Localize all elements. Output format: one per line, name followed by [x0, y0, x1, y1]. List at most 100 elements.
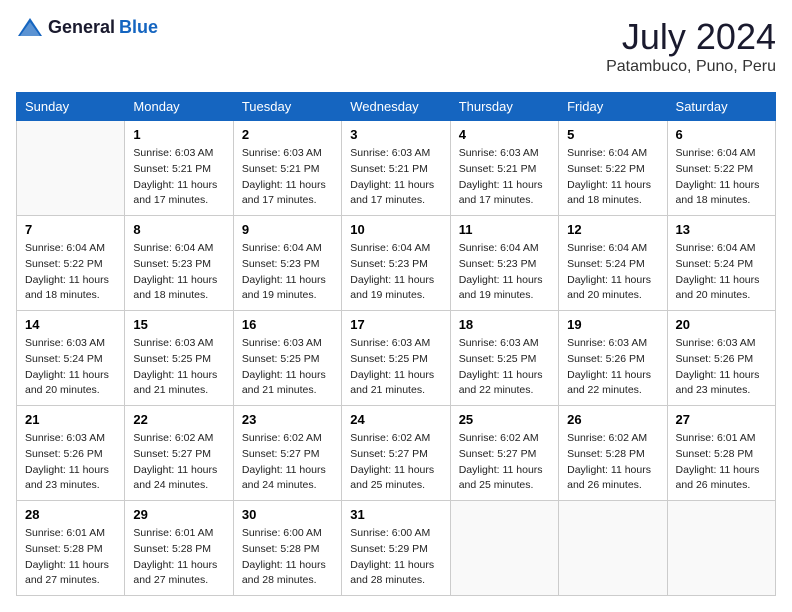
day-number: 3	[350, 127, 441, 142]
day-info: Sunrise: 6:02 AMSunset: 5:28 PMDaylight:…	[567, 431, 658, 494]
calendar-cell: 16 Sunrise: 6:03 AMSunset: 5:25 PMDayligh…	[233, 311, 341, 406]
calendar-cell: 14 Sunrise: 6:03 AMSunset: 5:24 PMDayligh…	[17, 311, 125, 406]
day-info: Sunrise: 6:03 AMSunset: 5:21 PMDaylight:…	[459, 146, 550, 209]
calendar-cell: 25 Sunrise: 6:02 AMSunset: 5:27 PMDayligh…	[450, 406, 558, 501]
week-row-1: 1 Sunrise: 6:03 AMSunset: 5:21 PMDaylight…	[17, 121, 776, 216]
calendar-cell: 21 Sunrise: 6:03 AMSunset: 5:26 PMDayligh…	[17, 406, 125, 501]
calendar-cell: 7 Sunrise: 6:04 AMSunset: 5:22 PMDaylight…	[17, 216, 125, 311]
day-info: Sunrise: 6:04 AMSunset: 5:23 PMDaylight:…	[133, 241, 224, 304]
calendar-cell: 1Sunrise: 6:03 AMSunset: 5:21 PMDaylight…	[125, 121, 233, 216]
day-number: 25	[459, 412, 550, 427]
calendar-cell	[559, 501, 667, 596]
logo-text-blue: Blue	[119, 17, 158, 38]
day-info: Sunrise: 6:01 AMSunset: 5:28 PMDaylight:…	[676, 431, 767, 494]
day-info: Sunrise: 6:00 AMSunset: 5:29 PMDaylight:…	[350, 526, 441, 589]
day-number: 31	[350, 507, 441, 522]
day-number: 4	[459, 127, 550, 142]
day-number: 27	[676, 412, 767, 427]
day-number: 10	[350, 222, 441, 237]
day-number: 22	[133, 412, 224, 427]
calendar-cell: 26 Sunrise: 6:02 AMSunset: 5:28 PMDayligh…	[559, 406, 667, 501]
day-info: Sunrise: 6:00 AMSunset: 5:28 PMDaylight:…	[242, 526, 333, 589]
day-info: Sunrise: 6:02 AMSunset: 5:27 PMDaylight:…	[350, 431, 441, 494]
week-row-5: 28 Sunrise: 6:01 AMSunset: 5:28 PMDayligh…	[17, 501, 776, 596]
calendar-cell: 27 Sunrise: 6:01 AMSunset: 5:28 PMDayligh…	[667, 406, 775, 501]
calendar-cell	[17, 121, 125, 216]
weekday-header-tuesday: Tuesday	[233, 93, 341, 121]
page-header: General Blue July 2024 Patambuco, Puno, …	[16, 16, 776, 76]
calendar-cell: 17Sunrise: 6:03 AMSunset: 5:25 PMDayligh…	[342, 311, 450, 406]
weekday-header-monday: Monday	[125, 93, 233, 121]
day-number: 7	[25, 222, 116, 237]
calendar-cell: 30Sunrise: 6:00 AMSunset: 5:28 PMDayligh…	[233, 501, 341, 596]
calendar-cell: 19 Sunrise: 6:03 AMSunset: 5:26 PMDayligh…	[559, 311, 667, 406]
day-info: Sunrise: 6:04 AMSunset: 5:24 PMDaylight:…	[567, 241, 658, 304]
location-subtitle: Patambuco, Puno, Peru	[606, 58, 776, 76]
day-number: 21	[25, 412, 116, 427]
calendar-cell: 31 Sunrise: 6:00 AMSunset: 5:29 PMDayligh…	[342, 501, 450, 596]
calendar-cell: 18Sunrise: 6:03 AMSunset: 5:25 PMDayligh…	[450, 311, 558, 406]
day-number: 20	[676, 317, 767, 332]
day-info: Sunrise: 6:03 AMSunset: 5:26 PMDaylight:…	[25, 431, 116, 494]
calendar-cell: 20 Sunrise: 6:03 AMSunset: 5:26 PMDayligh…	[667, 311, 775, 406]
weekday-header-sunday: Sunday	[17, 93, 125, 121]
day-info: Sunrise: 6:02 AMSunset: 5:27 PMDaylight:…	[459, 431, 550, 494]
day-number: 11	[459, 222, 550, 237]
day-info: Sunrise: 6:03 AMSunset: 5:21 PMDaylight:…	[242, 146, 333, 209]
day-number: 8	[133, 222, 224, 237]
day-info: Sunrise: 6:03 AMSunset: 5:26 PMDaylight:…	[567, 336, 658, 399]
calendar-table: SundayMondayTuesdayWednesdayThursdayFrid…	[16, 92, 776, 596]
weekday-header-thursday: Thursday	[450, 93, 558, 121]
day-info: Sunrise: 6:01 AMSunset: 5:28 PMDaylight:…	[25, 526, 116, 589]
day-info: Sunrise: 6:02 AMSunset: 5:27 PMDaylight:…	[133, 431, 224, 494]
calendar-cell	[450, 501, 558, 596]
day-number: 16	[242, 317, 333, 332]
day-number: 14	[25, 317, 116, 332]
day-number: 24	[350, 412, 441, 427]
calendar-cell: 15Sunrise: 6:03 AMSunset: 5:25 PMDayligh…	[125, 311, 233, 406]
logo-icon	[16, 16, 44, 38]
calendar-cell	[667, 501, 775, 596]
logo: General Blue	[16, 16, 158, 38]
weekday-header-friday: Friday	[559, 93, 667, 121]
day-info: Sunrise: 6:01 AMSunset: 5:28 PMDaylight:…	[133, 526, 224, 589]
day-number: 17	[350, 317, 441, 332]
calendar-cell: 3Sunrise: 6:03 AMSunset: 5:21 PMDaylight…	[342, 121, 450, 216]
day-number: 26	[567, 412, 658, 427]
day-number: 13	[676, 222, 767, 237]
calendar-cell: 11 Sunrise: 6:04 AMSunset: 5:23 PMDayligh…	[450, 216, 558, 311]
day-number: 19	[567, 317, 658, 332]
calendar-cell: 8 Sunrise: 6:04 AMSunset: 5:23 PMDaylight…	[125, 216, 233, 311]
day-number: 15	[133, 317, 224, 332]
weekday-header-row: SundayMondayTuesdayWednesdayThursdayFrid…	[17, 93, 776, 121]
day-number: 5	[567, 127, 658, 142]
day-info: Sunrise: 6:02 AMSunset: 5:27 PMDaylight:…	[242, 431, 333, 494]
calendar-cell: 9Sunrise: 6:04 AMSunset: 5:23 PMDaylight…	[233, 216, 341, 311]
day-info: Sunrise: 6:04 AMSunset: 5:23 PMDaylight:…	[459, 241, 550, 304]
weekday-header-saturday: Saturday	[667, 93, 775, 121]
day-info: Sunrise: 6:03 AMSunset: 5:26 PMDaylight:…	[676, 336, 767, 399]
day-info: Sunrise: 6:04 AMSunset: 5:22 PMDaylight:…	[25, 241, 116, 304]
day-info: Sunrise: 6:03 AMSunset: 5:25 PMDaylight:…	[242, 336, 333, 399]
calendar-cell: 22 Sunrise: 6:02 AMSunset: 5:27 PMDayligh…	[125, 406, 233, 501]
day-number: 1	[133, 127, 224, 142]
day-info: Sunrise: 6:04 AMSunset: 5:24 PMDaylight:…	[676, 241, 767, 304]
day-info: Sunrise: 6:03 AMSunset: 5:24 PMDaylight:…	[25, 336, 116, 399]
day-number: 28	[25, 507, 116, 522]
day-info: Sunrise: 6:03 AMSunset: 5:25 PMDaylight:…	[459, 336, 550, 399]
day-number: 12	[567, 222, 658, 237]
day-number: 2	[242, 127, 333, 142]
day-number: 23	[242, 412, 333, 427]
weekday-header-wednesday: Wednesday	[342, 93, 450, 121]
calendar-cell: 28 Sunrise: 6:01 AMSunset: 5:28 PMDayligh…	[17, 501, 125, 596]
day-info: Sunrise: 6:04 AMSunset: 5:23 PMDaylight:…	[350, 241, 441, 304]
day-info: Sunrise: 6:04 AMSunset: 5:22 PMDaylight:…	[567, 146, 658, 209]
day-number: 29	[133, 507, 224, 522]
day-number: 6	[676, 127, 767, 142]
day-number: 9	[242, 222, 333, 237]
calendar-cell: 5 Sunrise: 6:04 AMSunset: 5:22 PMDaylight…	[559, 121, 667, 216]
month-year-title: July 2024	[606, 16, 776, 58]
week-row-2: 7 Sunrise: 6:04 AMSunset: 5:22 PMDaylight…	[17, 216, 776, 311]
calendar-cell: 4 Sunrise: 6:03 AMSunset: 5:21 PMDaylight…	[450, 121, 558, 216]
title-section: July 2024 Patambuco, Puno, Peru	[606, 16, 776, 76]
